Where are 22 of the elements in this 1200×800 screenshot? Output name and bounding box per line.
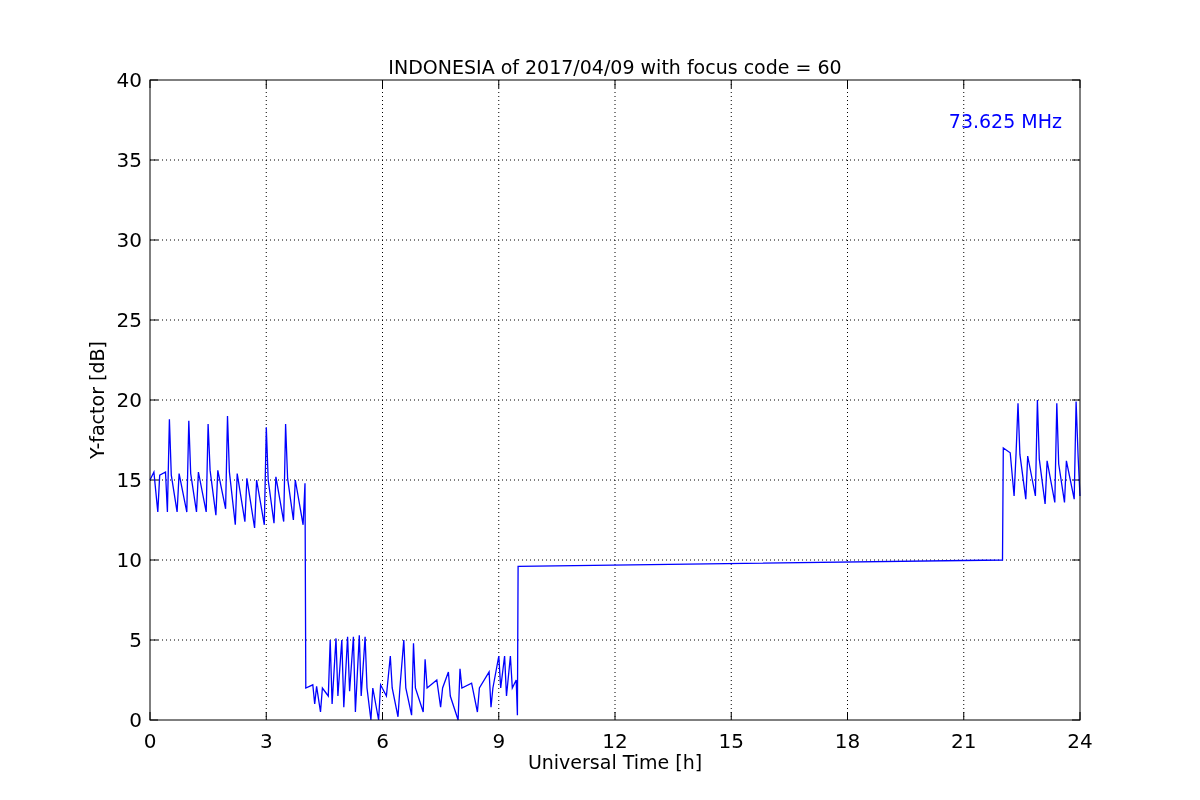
y-tick-label: 10 [116, 548, 142, 572]
x-tick-label: 18 [834, 729, 861, 753]
y-tick-label: 35 [116, 148, 142, 172]
x-tick-label: 21 [951, 729, 977, 753]
x-tick-label: 6 [376, 729, 389, 753]
x-tick-label: 3 [259, 729, 273, 753]
x-tick-label: 9 [492, 729, 506, 753]
chart-title: INDONESIA of 2017/04/09 with focus code = 60 [388, 56, 842, 78]
x-axis-label: Universal Time [h] [527, 751, 703, 773]
x-tick-label: 15 [718, 729, 744, 753]
y-tick-label: 40 [116, 68, 142, 92]
y-tick-label: 20 [116, 388, 142, 412]
x-tick-label: 24 [1067, 729, 1093, 753]
frequency-annotation: 73.625 MHz [948, 110, 1062, 132]
x-tick-label: 0 [143, 729, 157, 753]
y-tick-label: 5 [129, 628, 142, 652]
y-axis-label: Y-factor [dB] [86, 341, 108, 459]
y-tick-label: 15 [116, 468, 142, 492]
y-tick-label: 25 [116, 308, 142, 332]
x-tick-label: 12 [602, 729, 628, 753]
y-tick-label: 30 [116, 228, 142, 252]
y-tick-label: 0 [129, 708, 142, 732]
